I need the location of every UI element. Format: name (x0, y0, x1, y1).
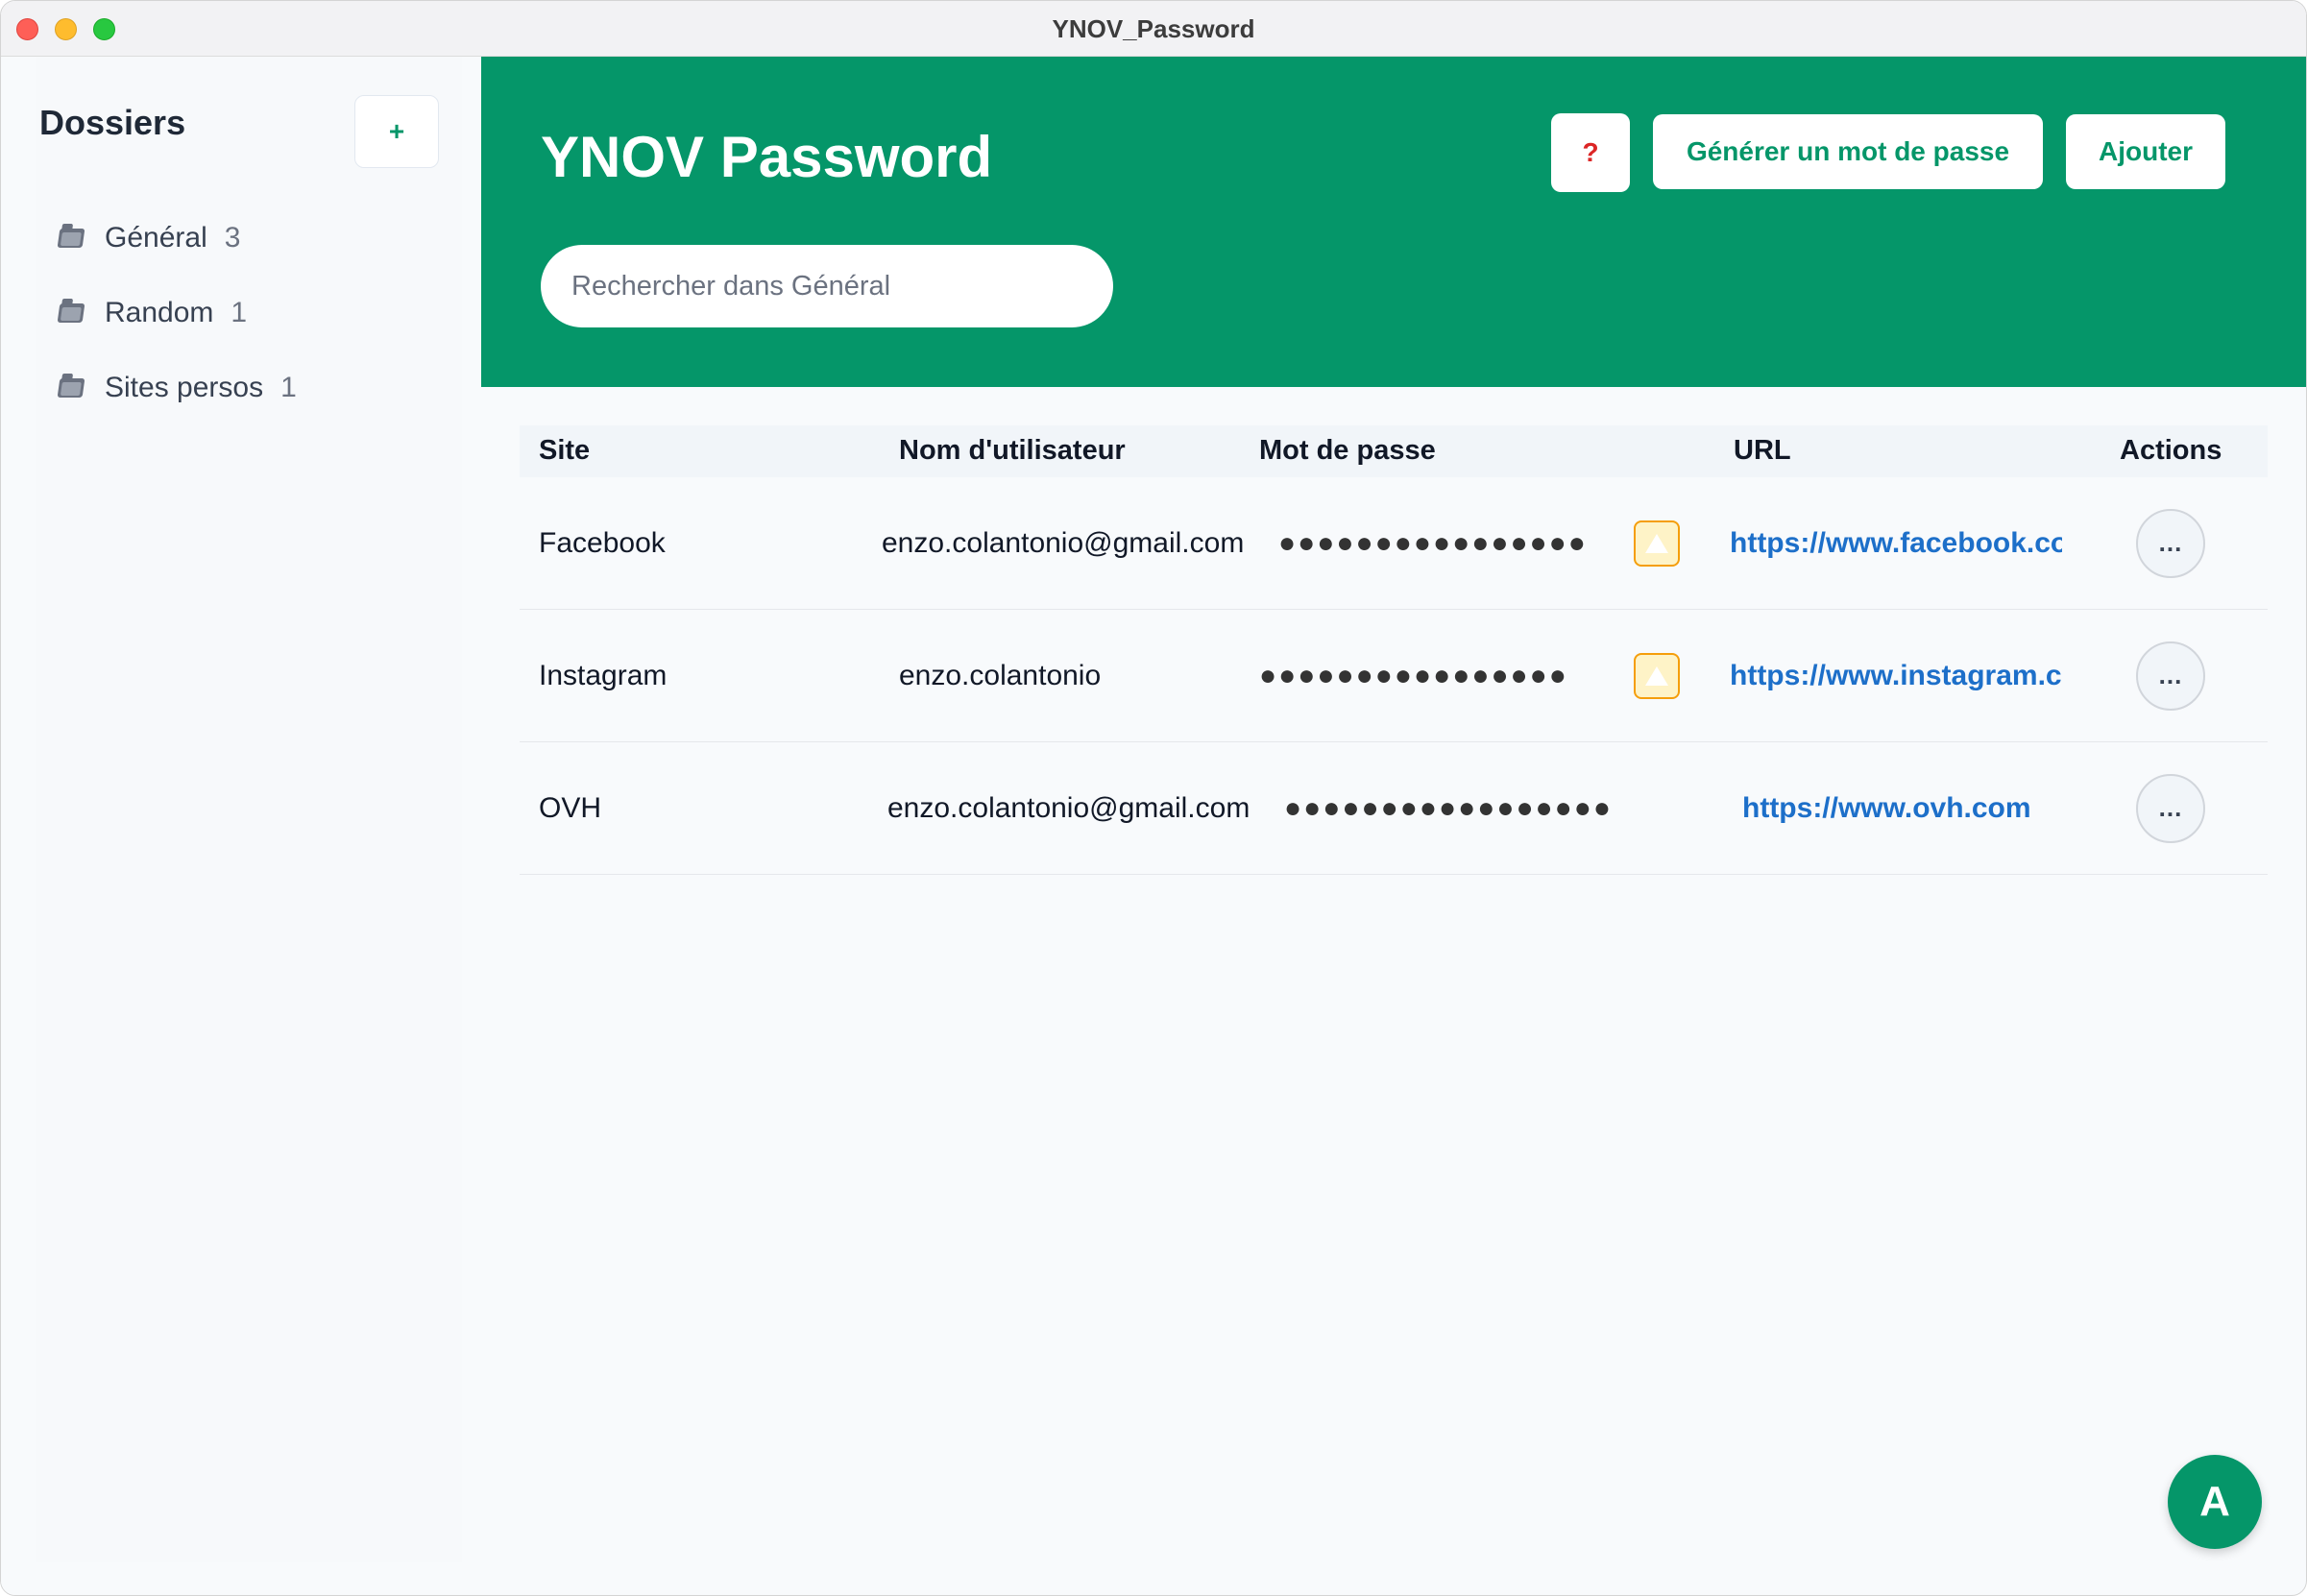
site-cell: Facebook (539, 526, 666, 559)
header-banner: YNOV Password ? Générer un mot de passe … (481, 57, 2306, 387)
site-cell: Instagram (539, 659, 668, 691)
help-button[interactable]: ? (1551, 113, 1630, 192)
folder-icon (57, 378, 85, 398)
user-avatar[interactable]: A (2168, 1455, 2262, 1549)
folder-label: Random (105, 297, 214, 328)
sidebar: Dossiers + Général 3 Random 1 Sites pers… (1, 57, 481, 1595)
folder-icon (57, 303, 85, 323)
table-row[interactable]: Instagram enzo.colantonio ●●●●●●●●●●●●●●… (520, 610, 2268, 742)
page-title: YNOV Password (541, 125, 993, 189)
password-cell[interactable]: ●●●●●●●●●●●●●●●● (1259, 660, 1568, 692)
table-row[interactable]: Facebook enzo.colantonio@gmail.com ●●●●●… (520, 477, 2268, 610)
folder-count: 1 (280, 372, 297, 403)
url-link[interactable]: https://www.ovh.com (1742, 792, 2050, 825)
site-cell: OVH (539, 791, 602, 824)
sidebar-item-random[interactable]: Random 1 (57, 276, 297, 351)
column-header-username: Nom d'utilisateur (899, 435, 1126, 466)
more-actions-button[interactable]: ... (2136, 641, 2205, 711)
app-window: YNOV_Password Dossiers + Général 3 Rando… (0, 0, 2307, 1596)
column-header-actions: Actions (2120, 435, 2222, 466)
window-title: YNOV_Password (1052, 14, 1255, 43)
table-row[interactable]: OVH enzo.colantonio@gmail.com ●●●●●●●●●●… (520, 742, 2268, 875)
column-header-url: URL (1734, 435, 1791, 466)
password-cell[interactable]: ●●●●●●●●●●●●●●●●● (1284, 792, 1613, 825)
sidebar-item-general[interactable]: Général 3 (57, 201, 297, 276)
password-table: Site Nom d'utilisateur Mot de passe URL … (520, 425, 2268, 875)
weak-password-warning-icon[interactable] (1634, 652, 1680, 699)
add-folder-button[interactable]: + (354, 95, 439, 168)
folder-count: 3 (224, 222, 241, 254)
title-bar: YNOV_Password (1, 1, 2306, 57)
weak-password-warning-icon[interactable] (1634, 520, 1680, 567)
password-cell[interactable]: ●●●●●●●●●●●●●●●● (1278, 527, 1588, 560)
column-header-site: Site (539, 435, 591, 466)
column-header-password: Mot de passe (1259, 435, 1436, 466)
username-cell: enzo.colantonio (899, 659, 1102, 691)
folder-label: Sites persos (105, 372, 264, 403)
username-cell: enzo.colantonio@gmail.com (882, 526, 1245, 559)
more-actions-button[interactable]: ... (2136, 508, 2205, 578)
folder-label: Général (105, 222, 207, 254)
folder-list: Général 3 Random 1 Sites persos 1 (57, 201, 297, 425)
folder-count: 1 (231, 297, 248, 328)
search-input[interactable] (541, 245, 1113, 327)
folder-icon (57, 229, 85, 248)
sidebar-title: Dossiers (39, 103, 186, 142)
table-header: Site Nom d'utilisateur Mot de passe URL … (520, 425, 2268, 477)
add-entry-button[interactable]: Ajouter (2066, 114, 2225, 189)
username-cell: enzo.colantonio@gmail.com (887, 791, 1251, 824)
url-link[interactable]: https://www.facebook.com (1730, 527, 2062, 560)
url-link[interactable]: https://www.instagram.com (1730, 660, 2062, 692)
generate-password-button[interactable]: Générer un mot de passe (1653, 114, 2043, 189)
sidebar-item-sites-persos[interactable]: Sites persos 1 (57, 351, 297, 425)
more-actions-button[interactable]: ... (2136, 773, 2205, 843)
